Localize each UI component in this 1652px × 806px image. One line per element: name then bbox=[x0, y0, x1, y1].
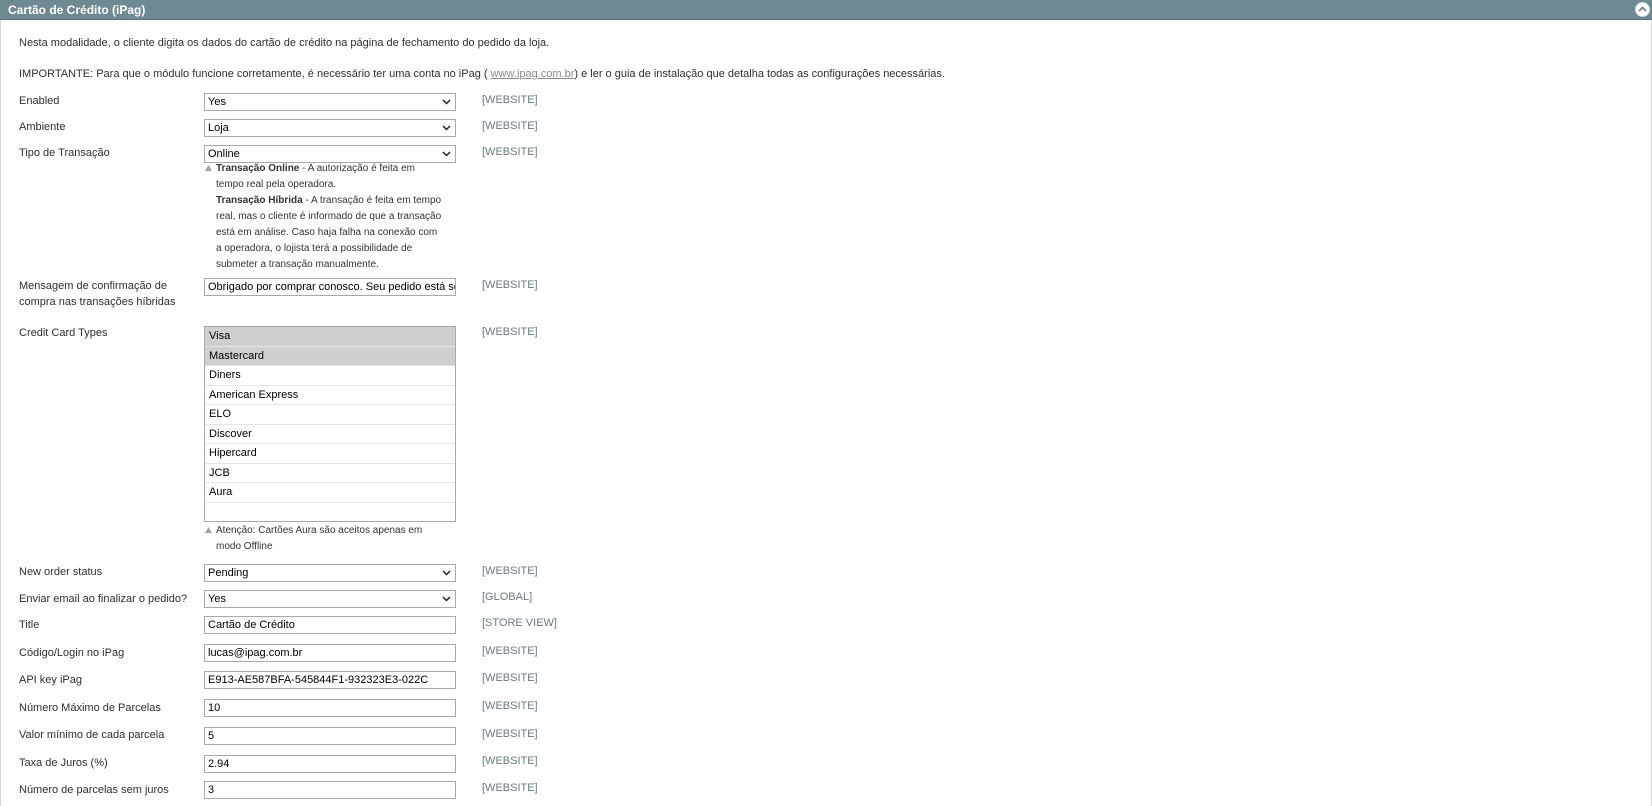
enviar-email-scope: [GLOBAL] bbox=[482, 591, 533, 603]
taxa-juros-scope: [WEBSITE] bbox=[482, 755, 538, 767]
cc-hint-line1: Atenção: Cartões Aura são aceitos apenas… bbox=[216, 525, 423, 536]
hint-hibrida-title: Transação Híbrida bbox=[216, 195, 303, 206]
mensagem-label: Mensagem de confirmação de compra nas tr… bbox=[19, 278, 189, 310]
hint-hibrida-line1: Transação Híbrida - A transação é feita … bbox=[216, 193, 461, 209]
cc-option-visa[interactable]: Visa bbox=[205, 327, 455, 347]
cc-option-mastercard[interactable]: Mastercard bbox=[205, 346, 455, 366]
cc-option-aura[interactable]: Aura bbox=[205, 483, 455, 503]
hint-arrow-icon bbox=[205, 165, 212, 171]
enviar-email-value: Yes bbox=[208, 593, 226, 605]
hint-online-text: - A autorização é feita em bbox=[299, 163, 415, 174]
intro-important-text-end: ) e ler o guia de instalação que detalha… bbox=[574, 68, 945, 80]
order-status-value: Pending bbox=[208, 567, 249, 579]
ambiente-label: Ambiente bbox=[19, 121, 66, 133]
mensagem-label-line1: Mensagem de confirmação de bbox=[19, 280, 167, 292]
cc-types-label: Credit Card Types bbox=[19, 327, 108, 339]
title-scope: [STORE VIEW] bbox=[482, 617, 557, 629]
section-title: Cartão de Crédito (iPag) bbox=[8, 3, 146, 17]
hint-hibrida-text: - A transação é feita em tempo bbox=[302, 195, 442, 206]
intro-important-text: IMPORTANTE: Para que o módulo funcione c… bbox=[19, 68, 491, 80]
enabled-select[interactable]: Yes bbox=[204, 93, 456, 111]
mensagem-label-line2: compra nas transações híbridas bbox=[19, 296, 176, 308]
login-scope: [WEBSITE] bbox=[482, 645, 538, 657]
hint-hibrida-line5: submeter a transação manualmente. bbox=[216, 259, 379, 270]
parcelas-sem-juros-label: Número de parcelas sem juros bbox=[19, 784, 169, 796]
chevron-down-icon bbox=[442, 99, 451, 105]
hint-hibrida-line2: real, mas o cliente é informado de que a… bbox=[216, 211, 442, 222]
title-label: Title bbox=[19, 619, 40, 631]
api-key-scope: [WEBSITE] bbox=[482, 672, 538, 684]
valor-minimo-input[interactable]: 5 bbox=[204, 727, 456, 745]
hint-hibrida-line4: a operadora, o lojista terá a possibilid… bbox=[216, 243, 413, 254]
enabled-scope: [WEBSITE] bbox=[482, 94, 538, 106]
ipag-link[interactable]: www.ipag.com.br bbox=[491, 68, 575, 80]
valor-minimo-scope: [WEBSITE] bbox=[482, 728, 538, 740]
tipo-label: Tipo de Transação bbox=[19, 147, 110, 159]
max-parcelas-input[interactable]: 10 bbox=[204, 699, 456, 717]
hint-online-title: Transação Online bbox=[216, 163, 300, 174]
login-input[interactable]: lucas@ipag.com.br bbox=[204, 644, 456, 662]
max-parcelas-scope: [WEBSITE] bbox=[482, 700, 538, 712]
parcelas-sem-juros-input[interactable]: 3 bbox=[204, 781, 456, 799]
enabled-label: Enabled bbox=[19, 95, 60, 107]
tipo-hint: Transação Online - A autorização é feita… bbox=[205, 161, 461, 273]
enviar-email-label: Enviar email ao finalizar o pedido? bbox=[19, 593, 188, 605]
hint-hibrida-line3: está em análise. Caso haja falha na cone… bbox=[216, 227, 438, 238]
section-header[interactable]: Cartão de Crédito (iPag) bbox=[0, 0, 1652, 20]
chevron-down-icon bbox=[442, 570, 451, 576]
chevron-down-icon bbox=[442, 151, 451, 157]
intro-description: Nesta modalidade, o cliente digita os da… bbox=[19, 37, 550, 49]
mensagem-input[interactable]: Obrigado por comprar conosco. Seu pedido… bbox=[204, 278, 456, 296]
tipo-scope: [WEBSITE] bbox=[482, 146, 538, 158]
enviar-email-select[interactable]: Yes bbox=[204, 590, 456, 608]
cc-option-discover[interactable]: Discover bbox=[205, 425, 455, 444]
api-key-label: API key iPag bbox=[19, 674, 82, 686]
intro-important: IMPORTANTE: Para que o módulo funcione c… bbox=[19, 68, 945, 80]
chevron-down-icon bbox=[442, 125, 451, 131]
cc-types-hint: Atenção: Cartões Aura são aceitos apenas… bbox=[205, 523, 461, 555]
hint-online-line1: Transação Online - A autorização é feita… bbox=[216, 161, 461, 177]
cc-option-amex[interactable]: American Express bbox=[205, 386, 455, 405]
ambiente-select[interactable]: Loja bbox=[204, 119, 456, 137]
order-status-label: New order status bbox=[19, 566, 103, 578]
chevron-down-icon bbox=[442, 596, 451, 602]
taxa-juros-label: Taxa de Juros (%) bbox=[19, 757, 108, 769]
chevron-up-icon[interactable] bbox=[1635, 2, 1650, 17]
order-status-scope: [WEBSITE] bbox=[482, 565, 538, 577]
enabled-value: Yes bbox=[208, 96, 226, 108]
api-key-input[interactable]: E913-AE587BFA-545844F1-932323E3-022C bbox=[204, 671, 456, 689]
taxa-juros-input[interactable]: 2.94 bbox=[204, 755, 456, 773]
ambiente-value: Loja bbox=[208, 122, 229, 134]
max-parcelas-label: Número Máximo de Parcelas bbox=[19, 702, 161, 714]
cc-option-jcb[interactable]: JCB bbox=[205, 464, 455, 483]
title-input[interactable]: Cartão de Crédito bbox=[204, 616, 456, 634]
order-status-select[interactable]: Pending bbox=[204, 564, 456, 582]
cc-types-scope: [WEBSITE] bbox=[482, 326, 538, 338]
mensagem-scope: [WEBSITE] bbox=[482, 279, 538, 291]
cc-option-elo[interactable]: ELO bbox=[205, 405, 455, 425]
ambiente-scope: [WEBSITE] bbox=[482, 120, 538, 132]
tipo-value: Online bbox=[208, 148, 240, 160]
cc-option-diners[interactable]: Diners bbox=[205, 366, 455, 386]
valor-minimo-label: Valor mínimo de cada parcela bbox=[19, 729, 165, 741]
login-label: Código/Login no iPag bbox=[19, 647, 125, 659]
parcelas-sem-juros-scope: [WEBSITE] bbox=[482, 782, 538, 794]
cc-types-multiselect[interactable]: Visa Mastercard Diners American Express … bbox=[204, 326, 456, 522]
hint-online-line2: tempo real pela operadora. bbox=[216, 179, 337, 190]
hint-arrow-icon bbox=[205, 527, 212, 533]
cc-hint-line2: modo Offline bbox=[216, 541, 273, 552]
cc-option-hipercard[interactable]: Hipercard bbox=[205, 444, 455, 464]
